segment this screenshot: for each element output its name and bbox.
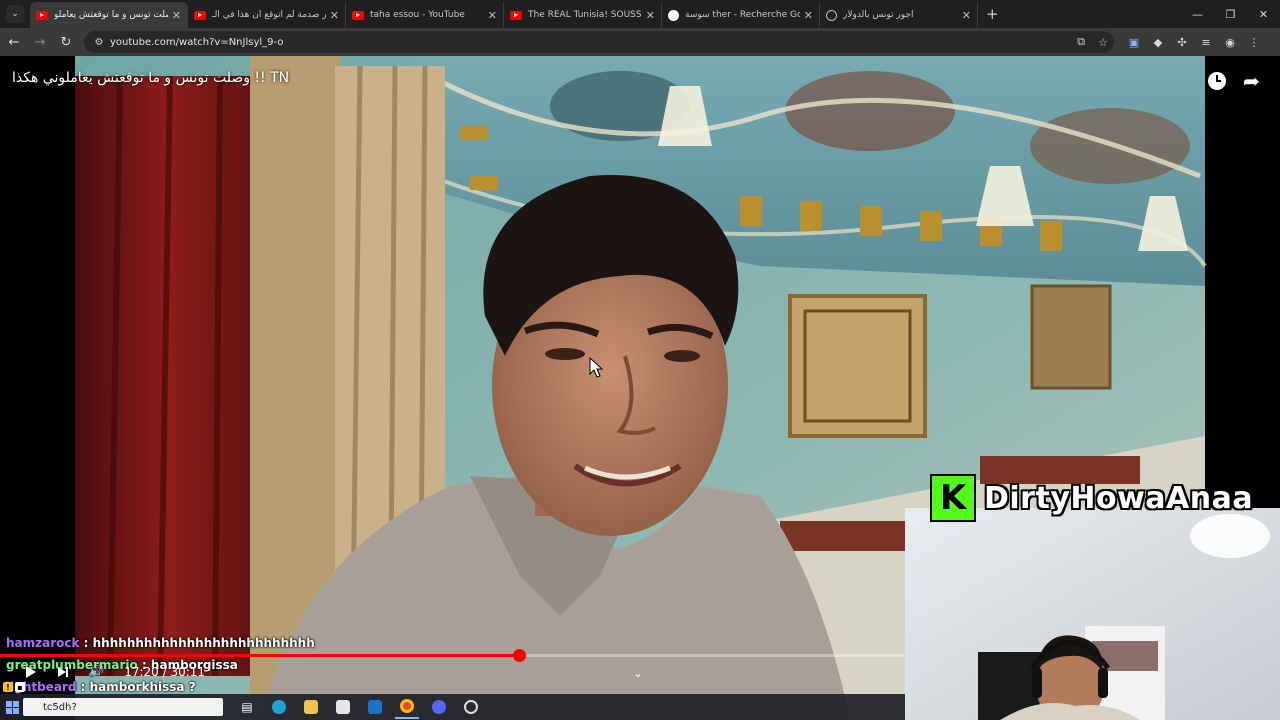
tab-close-icon[interactable]: ✕ <box>962 9 971 22</box>
window-controls: — ❐ ✕ <box>1181 0 1280 28</box>
chevron-down-icon[interactable]: ⌄ <box>633 666 643 680</box>
tab-close-icon[interactable]: ✕ <box>330 9 339 22</box>
globe-icon <box>826 9 837 21</box>
browser-toolbar: ← → ↻ ⚙ youtube.com/watch?v=NnJlsyl_9-o … <box>0 28 1280 56</box>
progress-scrubber[interactable] <box>512 649 526 662</box>
menu-dots-icon[interactable]: ⋮ <box>1242 30 1266 54</box>
url-text[interactable]: youtube.com/watch?v=NnJlsyl_9-o <box>110 37 1070 48</box>
forward-icon[interactable]: → <box>28 30 52 54</box>
tab-title: أكبر صدمة لم أتوقع أن هذا في الـ <box>212 10 326 20</box>
google-icon <box>668 9 679 21</box>
camera-badge-icon: ▪ <box>15 682 25 692</box>
share-icon[interactable]: ➦ <box>1243 71 1260 91</box>
youtube-icon <box>36 10 48 20</box>
tab-title: taha essou - YouTube <box>370 10 465 20</box>
store-icon[interactable] <box>331 695 355 719</box>
back-icon[interactable]: ← <box>2 30 26 54</box>
tab-close-icon[interactable]: ✕ <box>172 9 181 22</box>
browser-tab[interactable]: The REAL Tunisia! SOUSSE, Wh ✕ <box>504 2 662 28</box>
youtube-icon <box>510 10 522 20</box>
chat-text: hhhhhhhhhhhhhhhhhhhhhhhhhh <box>92 636 315 650</box>
clock-icon[interactable] <box>1208 72 1226 90</box>
file-explorer-icon[interactable] <box>299 695 323 719</box>
streamer-name: DirtyHowaAnaa <box>984 480 1254 516</box>
browser-tab[interactable]: taha essou - YouTube ✕ <box>346 2 504 28</box>
windows-start-icon[interactable] <box>6 700 19 714</box>
browser-tab[interactable]: سوسة ther - Recherche Google ✕ <box>662 2 820 28</box>
extensions-puzzle-icon[interactable]: ✣ <box>1170 30 1194 54</box>
tab-strip: ⌄ وصلت تونس و ما توقعتش يعاملو ✕ أكبر صدمة… <box>0 0 1280 28</box>
restore-icon[interactable]: ❐ <box>1214 0 1247 28</box>
discord-icon[interactable] <box>427 695 451 719</box>
outlook-icon[interactable] <box>363 695 387 719</box>
youtube-icon <box>194 10 206 20</box>
video-title: وصلت تونس و ما توقعتش يعاملوني هكذا !! T… <box>12 70 290 86</box>
warning-badge-icon: ! <box>3 682 13 692</box>
task-view-icon[interactable]: ▤ <box>235 695 259 719</box>
tray-badges: ! ▪ <box>3 682 27 692</box>
volume-icon[interactable]: 🔊 <box>88 664 104 679</box>
install-app-icon[interactable]: ⧉ <box>1070 35 1092 49</box>
video-player[interactable]: وصلت تونس و ما توقعتش يعاملوني هكذا !! T… <box>0 56 1280 720</box>
next-icon[interactable] <box>58 666 68 677</box>
translate-icon[interactable]: ▣ <box>1122 30 1146 54</box>
tab-title: The REAL Tunisia! SOUSSE, Wh <box>528 10 642 20</box>
watch-later-button[interactable] <box>1208 72 1226 90</box>
tab-title: وصلت تونس و ما توقعتش يعاملو <box>54 10 168 20</box>
time-display: 17:20 / 30:11 <box>124 664 206 679</box>
tab-search-button[interactable]: ⌄ <box>6 5 24 23</box>
taskbar-search-input[interactable]: tc5dh? <box>23 698 223 716</box>
browser-tab[interactable]: أكبر صدمة لم أتوقع أن هذا في الـ ✕ <box>188 2 346 28</box>
kick-logo: K <box>930 474 976 522</box>
tab-close-icon[interactable]: ✕ <box>488 9 497 22</box>
chrome-icon[interactable] <box>395 695 419 719</box>
share-button[interactable]: ➦ <box>1243 71 1260 91</box>
tab-title: سوسة ther - Recherche Google <box>685 10 800 20</box>
new-tab-button[interactable]: + <box>986 5 999 23</box>
streamer-brand: K DirtyHowaAnaa <box>930 474 1253 522</box>
chat-username: hamzarock <box>6 636 80 650</box>
bookmark-star-icon[interactable]: ☆ <box>1092 36 1114 49</box>
chat-separator: : <box>79 636 93 650</box>
play-icon[interactable] <box>26 665 36 678</box>
chat-message: hamzarock : hhhhhhhhhhhhhhhhhhhhhhhhhh <box>6 632 315 654</box>
profile-icon[interactable]: ◉ <box>1218 30 1242 54</box>
video-frame <box>0 56 1280 720</box>
player-controls: 🔊 17:20 / 30:11 <box>26 664 205 679</box>
address-bar[interactable]: ⚙ youtube.com/watch?v=NnJlsyl_9-o ⧉ ☆ <box>84 31 1114 53</box>
tab-list: وصلت تونس و ما توقعتش يعاملو ✕ أكبر صدمة ل… <box>30 0 978 28</box>
minimize-icon[interactable]: — <box>1181 0 1214 28</box>
obs-icon[interactable] <box>459 695 483 719</box>
close-window-icon[interactable]: ✕ <box>1247 0 1280 28</box>
media-control-icon[interactable]: ≡ <box>1194 30 1218 54</box>
reload-icon[interactable]: ↻ <box>54 30 78 54</box>
taskbar: tc5dh? ▤ <box>0 694 905 720</box>
youtube-icon <box>352 10 364 20</box>
tab-close-icon[interactable]: ✕ <box>646 9 655 22</box>
edge-icon[interactable] <box>267 695 291 719</box>
tab-title: أجور تونس بالدولار <box>843 10 914 20</box>
browser-tab[interactable]: وصلت تونس و ما توقعتش يعاملو ✕ <box>30 2 188 28</box>
browser-tab[interactable]: أجور تونس بالدولار ✕ <box>820 2 978 28</box>
chat-separator: : <box>76 680 90 694</box>
chat-text: hamborkhissa ? <box>89 680 196 694</box>
extension-diamond-icon[interactable]: ◆ <box>1146 30 1170 54</box>
extensions-area: ▣ ◆ ✣ ≡ ◉ ⋮ <box>1122 30 1266 54</box>
site-info-icon[interactable]: ⚙ <box>92 37 106 48</box>
tab-close-icon[interactable]: ✕ <box>804 9 813 22</box>
